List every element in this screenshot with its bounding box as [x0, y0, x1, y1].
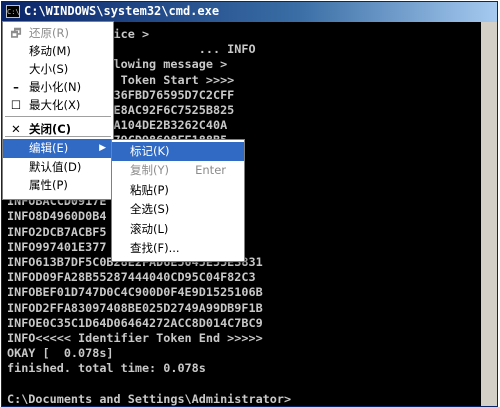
console-line: INFOE0C35C1D64D06464272ACC8D014C7BC9	[7, 315, 263, 330]
menu-item-label: 最大化(X)	[29, 98, 81, 112]
edit-menu-item-paste[interactable]: 粘贴(P)	[112, 181, 244, 200]
console-line: INFOD2FFA83097408BE025D2749A99DB9F1B	[7, 300, 263, 315]
menu-item-label: 最小化(N)	[29, 80, 82, 94]
edit-menu-item-find[interactable]: 查找(F)...	[112, 239, 244, 258]
menu-item-label: 编辑(E)	[29, 141, 69, 155]
system-menu-item-minimize[interactable]: – 最小化(N)	[3, 78, 113, 97]
system-menu-item-maximize[interactable]: ☐ 最大化(X)	[3, 96, 113, 115]
system-menu-item-move[interactable]: 移动(M)	[3, 42, 113, 61]
menu-item-label: 默认值(D)	[29, 160, 82, 174]
menu-item-label: 查找(F)...	[130, 241, 180, 255]
console-line: INFOD09FA28B55287444040CD95C04F82C3	[7, 270, 256, 285]
menu-item-label: 属性(P)	[29, 178, 68, 192]
console-line: finished. total time: 0.078s	[7, 361, 206, 376]
console-line: C:\Documents and Settings\Administrator>	[7, 391, 292, 406]
menu-item-label: 粘贴(P)	[130, 182, 169, 197]
restore-icon: 🗗	[10, 26, 22, 40]
menu-shortcut: Enter	[195, 163, 226, 178]
vertical-scrollbar[interactable]	[481, 22, 497, 406]
menu-item-label: 标记(K)	[130, 144, 170, 158]
system-menu-item-properties[interactable]: 属性(P)	[3, 176, 113, 195]
system-menu-item-restore[interactable]: 🗗 还原(R)	[3, 24, 113, 43]
system-menu-item-defaults[interactable]: 默认值(D)	[3, 158, 113, 177]
console-line: INFO<<<<< Identifier Token End >>>>>	[7, 331, 263, 345]
maximize-icon: ☐	[10, 98, 22, 112]
edit-menu-item-select-all[interactable]: 全选(S)	[112, 200, 244, 219]
submenu-arrow-icon: ▶	[99, 143, 106, 153]
title-bar[interactable]: C:\ C:\WINDOWS\system32\cmd.exe	[2, 2, 497, 22]
window-title: C:\WINDOWS\system32\cmd.exe	[24, 4, 220, 18]
edit-menu-item-mark[interactable]: 标记(K)	[112, 142, 244, 161]
menu-item-label: 全选(S)	[130, 202, 170, 217]
menu-item-label: 移动(M)	[29, 44, 71, 58]
cmd-app-icon[interactable]: C:\	[6, 5, 20, 18]
console-line: OKAY [ 0.078s]	[7, 346, 114, 361]
menu-item-label: 复制(Y)	[130, 163, 169, 178]
edit-submenu: 标记(K) 复制(Y) Enter 粘贴(P) 全选(S) 滚动(L) 查找(F)...	[111, 139, 245, 262]
edit-menu-item-copy[interactable]: 复制(Y) Enter	[112, 161, 244, 180]
menu-item-label: 大小(S)	[29, 62, 69, 76]
console-line: INFOBEF01D747D0C4C900D0F4E9D1525106B	[7, 285, 263, 300]
system-menu-item-edit[interactable]: 编辑(E) ▶	[3, 139, 113, 158]
menu-item-label: 滚动(L)	[130, 221, 169, 236]
minimize-icon: –	[13, 80, 19, 94]
menu-item-label: 还原(R)	[29, 26, 69, 40]
menu-separator	[5, 116, 111, 117]
menu-separator	[5, 136, 111, 137]
system-menu: 🗗 还原(R) 移动(M) 大小(S) – 最小化(N) ☐ 最大化(X) ✕ 关闭(C) 编辑(E…	[2, 21, 114, 200]
edit-menu-item-scroll[interactable]: 滚动(L)	[112, 220, 244, 239]
system-menu-item-size[interactable]: 大小(S)	[3, 60, 113, 79]
